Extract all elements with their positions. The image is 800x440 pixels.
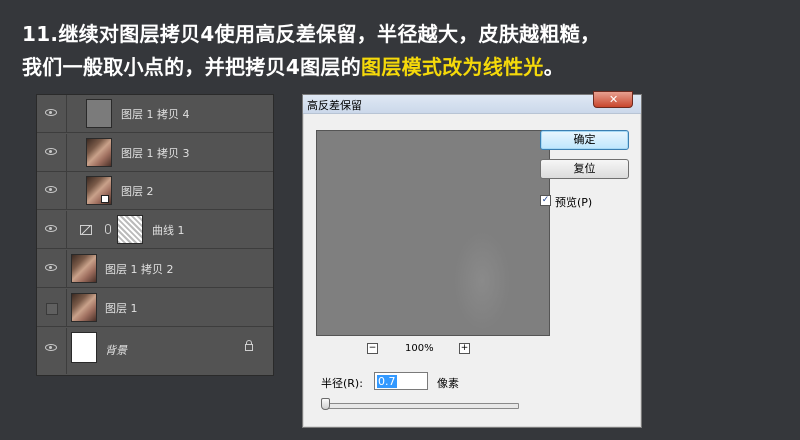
layer-row[interactable]: 图层 1	[37, 289, 273, 327]
preview-label: 预览(P)	[555, 196, 593, 209]
link-icon[interactable]	[105, 224, 111, 234]
reset-button[interactable]: 复位	[540, 159, 629, 179]
eye-icon[interactable]	[45, 148, 57, 155]
caption-highlight: 图层模式改为线性光	[361, 55, 544, 79]
visibility-toggle[interactable]	[37, 289, 67, 326]
layer-row[interactable]: 背景	[37, 328, 273, 374]
visibility-toggle[interactable]	[37, 172, 67, 209]
preview-option[interactable]: ✓ 预览(P)	[540, 194, 640, 209]
layer-row[interactable]: 图层 1 拷贝 3	[37, 134, 273, 172]
dialog-title: 高反差保留	[307, 99, 362, 112]
layer-row[interactable]: 曲线 1	[37, 211, 273, 249]
layer-thumbnail	[71, 293, 97, 322]
caption-line-1: 11.继续对图层拷贝4使用高反差保留，半径越大，皮肤越粗糙，	[22, 22, 601, 46]
layer-name: 曲线 1	[152, 224, 185, 237]
layer-name: 背景	[105, 344, 127, 357]
high-pass-dialog: 高反差保留 ✕ − 100% + 确定 复位 ✓ 预览(P) 半径(R): 0.…	[302, 91, 642, 428]
dialog-titlebar[interactable]: 高反差保留 ✕	[303, 91, 641, 114]
visibility-toggle[interactable]	[37, 250, 67, 287]
layer-thumbnail	[86, 99, 112, 128]
lock-icon	[245, 340, 253, 351]
smart-object-icon	[101, 195, 109, 203]
radius-label: 半径(R):	[321, 377, 363, 390]
ok-button[interactable]: 确定	[540, 130, 629, 150]
hidden-visibility-box[interactable]	[46, 303, 58, 315]
eye-icon[interactable]	[45, 344, 57, 351]
visibility-toggle[interactable]	[37, 328, 67, 374]
radius-slider-track[interactable]	[323, 403, 519, 409]
layer-thumbnail	[71, 254, 97, 283]
eye-icon[interactable]	[45, 264, 57, 271]
close-button[interactable]: ✕	[593, 91, 633, 108]
tutorial-caption: 11.继续对图层拷贝4使用高反差保留，半径越大，皮肤越粗糙， 我们一般取小点的，…	[22, 18, 792, 84]
filter-preview[interactable]	[316, 130, 550, 336]
layer-thumbnail	[71, 332, 97, 363]
preview-checkbox[interactable]: ✓	[540, 195, 551, 206]
layers-panel: 图层 1 拷贝 4 图层 1 拷贝 3 图层 2 曲线 1 图层 1 拷贝 2 …	[36, 94, 274, 376]
zoom-out-button[interactable]: −	[367, 343, 378, 354]
layer-name: 图层 1 拷贝 4	[121, 108, 190, 121]
layer-name: 图层 1 拷贝 2	[105, 263, 174, 276]
layer-name: 图层 1 拷贝 3	[121, 147, 190, 160]
layer-name: 图层 1	[105, 302, 138, 315]
eye-icon[interactable]	[45, 186, 57, 193]
layer-row[interactable]: 图层 1 拷贝 2	[37, 250, 273, 288]
close-icon[interactable]: ✕	[609, 93, 618, 106]
layer-row[interactable]: 图层 2	[37, 172, 273, 210]
radius-value: 0.7	[377, 375, 397, 388]
radius-slider-thumb[interactable]	[321, 398, 330, 410]
eye-icon[interactable]	[45, 109, 57, 116]
layer-row[interactable]: 图层 1 拷贝 4	[37, 95, 273, 133]
radius-unit: 像素	[437, 377, 459, 390]
layer-thumbnail	[86, 176, 112, 205]
visibility-toggle[interactable]	[37, 95, 67, 132]
zoom-level: 100%	[405, 343, 434, 354]
curves-adjustment-icon	[80, 225, 92, 235]
layer-thumbnail	[86, 138, 112, 167]
visibility-toggle[interactable]	[37, 134, 67, 171]
radius-input[interactable]: 0.7	[374, 372, 428, 390]
caption-line-2: 我们一般取小点的，并把拷贝4图层的图层模式改为线性光。	[22, 51, 792, 84]
eye-icon[interactable]	[45, 225, 57, 232]
radius-row: 半径(R): 0.7 像素	[321, 372, 521, 392]
caption-line-2-suffix: 。	[543, 55, 565, 79]
zoom-controls: − 100% +	[367, 343, 477, 357]
visibility-toggle[interactable]	[37, 211, 67, 248]
layer-name: 图层 2	[121, 185, 154, 198]
zoom-in-button[interactable]: +	[459, 343, 470, 354]
layer-mask-thumbnail[interactable]	[117, 215, 143, 244]
caption-line-2-prefix: 我们一般取小点的，并把拷贝4图层的	[22, 55, 362, 79]
